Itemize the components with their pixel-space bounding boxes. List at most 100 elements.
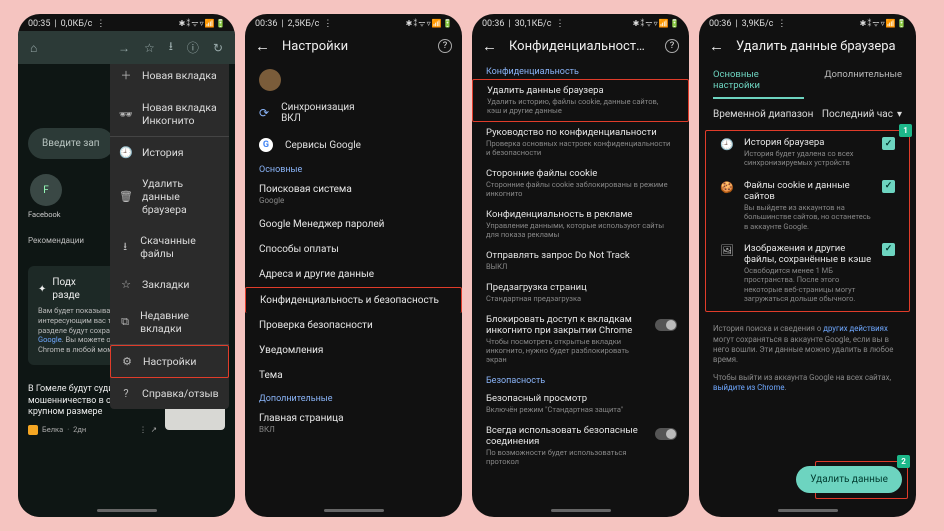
setting-homepage[interactable]: Главная страницаВКЛ	[245, 406, 462, 441]
tabs: Основные настройки Дополнительные	[699, 63, 916, 99]
help-icon[interactable]: ?	[438, 39, 452, 53]
browser-toolbar: ⌂ → ☆ ⭳ ⓘ ↻	[18, 31, 235, 64]
checkbox-checked[interactable]: ✓	[882, 243, 895, 256]
privacy-ads[interactable]: Конфиденциальность в рекламеУправление д…	[472, 204, 689, 245]
setting-addresses[interactable]: Адреса и другие данные	[245, 262, 462, 287]
setting-payment[interactable]: Способы оплаты	[245, 237, 462, 262]
setting-theme[interactable]: Тема	[245, 363, 462, 388]
toggle-switch[interactable]	[655, 428, 677, 440]
menu-settings[interactable]: ⚙Настройки	[110, 345, 229, 378]
note-search-history: История поиска и сведения о других дейст…	[699, 320, 916, 369]
shortcut-label: Facebook	[28, 210, 61, 219]
back-icon[interactable]: ←	[709, 37, 724, 55]
help-icon: ?	[120, 387, 132, 400]
tab-basic[interactable]: Основные настройки	[713, 63, 804, 99]
menu-recent-tabs[interactable]: ⧉Недавние вкладки	[110, 300, 229, 344]
status-bar: 00:36|2,5КБ/с⋮ ✱ ⁑ ᯤ ▿ 📶 🔋	[245, 14, 462, 31]
status-net: 3,9КБ/с	[742, 19, 774, 29]
check-history[interactable]: 🕘 История браузераИстория будет удалена …	[706, 131, 909, 174]
privacy-incognito-lock[interactable]: Блокировать доступ к вкладкам инкогнито …	[472, 309, 689, 370]
sync-row[interactable]: ⟳ СинхронизацияВКЛ	[245, 95, 462, 131]
refresh-icon[interactable]: ↻	[213, 41, 223, 55]
signout-chrome-link[interactable]: выйдите из Chrome	[713, 383, 784, 392]
status-net: 30,1КБ/с	[515, 19, 552, 29]
gear-icon: ⚙	[121, 355, 133, 368]
status-time: 00:36	[482, 19, 504, 29]
setting-safety-check[interactable]: Проверка безопасности	[245, 313, 462, 338]
clear-data-button[interactable]: Удалить данные	[796, 466, 902, 493]
profile-row[interactable]	[245, 61, 462, 95]
setting-search-engine[interactable]: Поисковая системаGoogle	[245, 177, 462, 212]
section-basic: Основные	[245, 159, 462, 177]
privacy-preload[interactable]: Предзагрузка страницСтандартная предзагр…	[472, 277, 689, 309]
note-signout: Чтобы выйти из аккаунта Google на всех с…	[699, 369, 916, 397]
download-icon: ⭳	[120, 238, 130, 257]
history-icon: 🕘	[120, 146, 132, 159]
trash-icon: 🗑	[120, 190, 132, 203]
section-privacy: Конфиденциальность	[472, 61, 689, 79]
menu-help[interactable]: ?Справка/отзыв	[110, 378, 229, 409]
privacy-clear-data[interactable]: Удалить данные браузераУдалить историю, …	[472, 79, 689, 122]
back-icon[interactable]: ←	[482, 37, 497, 55]
page-title: Конфиденциальность и безопас…	[509, 39, 649, 54]
menu-downloads[interactable]: ⭳Скачанные файлы	[110, 225, 229, 269]
checkbox-checked[interactable]: ✓	[882, 137, 895, 150]
menu-new-incognito[interactable]: 🕶Новая вкладка Инкогнито	[110, 92, 229, 136]
toggle-switch[interactable]	[655, 319, 677, 331]
checkbox-checked[interactable]: ✓	[882, 180, 895, 193]
settings-header: ← Настройки ?	[245, 31, 462, 61]
menu-clear-data[interactable]: 🗑Удалить данные браузера	[110, 168, 229, 225]
google-services-row[interactable]: G Сервисы Google	[245, 131, 462, 159]
setting-password-manager[interactable]: Google Менеджер паролей	[245, 212, 462, 237]
help-icon[interactable]: ?	[665, 39, 679, 53]
cookie-icon: 🍪	[720, 180, 734, 194]
callout-badge-1: 1	[899, 124, 912, 137]
back-icon[interactable]: ←	[255, 37, 270, 55]
check-cookies[interactable]: 🍪 Файлы cookie и данные сайтовВы выйдете…	[706, 174, 909, 237]
section-security: Безопасность	[472, 370, 689, 388]
image-icon: 🖼	[720, 243, 734, 257]
forward-icon[interactable]: →	[118, 41, 130, 55]
menu-bookmarks[interactable]: ☆Закладки	[110, 269, 229, 300]
security-https[interactable]: Всегда использовать безопасные соединени…	[472, 420, 689, 472]
page-title: Удалить данные браузера	[736, 39, 896, 54]
nav-pill	[551, 509, 611, 512]
status-net: 2,5КБ/с	[288, 19, 320, 29]
home-icon[interactable]: ⌂	[30, 41, 37, 55]
privacy-dnt[interactable]: Отправлять запрос Do Not TrackВЫКЛ	[472, 245, 689, 277]
time-range-value: Последний час	[822, 109, 893, 120]
privacy-header: ← Конфиденциальность и безопас… ?	[472, 31, 689, 61]
shortcut-tile[interactable]: F	[30, 174, 62, 206]
star-icon: ☆	[120, 278, 132, 291]
info-icon[interactable]: ⓘ	[187, 39, 199, 56]
download-icon[interactable]: ⭳	[169, 37, 173, 58]
news-age: 2дн	[73, 425, 86, 435]
menu-history[interactable]: 🕘История	[110, 137, 229, 168]
tab-advanced[interactable]: Дополнительные	[824, 63, 902, 99]
status-time: 00:36	[709, 19, 731, 29]
recommendations-header: Рекомендации	[28, 236, 84, 245]
search-input[interactable]: Введите зап	[28, 128, 114, 159]
status-extra-icon: ⋮	[96, 19, 105, 29]
star-icon[interactable]: ☆	[144, 41, 155, 55]
news-source: Белка	[42, 425, 63, 435]
privacy-cookies[interactable]: Сторонние файлы cookieСторонние файлы co…	[472, 163, 689, 204]
setting-privacy-security[interactable]: Конфиденциальность и безопасность	[245, 287, 462, 313]
chevron-down-icon: ▾	[897, 109, 902, 120]
phone-2-settings: 00:36|2,5КБ/с⋮ ✱ ⁑ ᯤ ▿ 📶 🔋 ← Настройки ?…	[245, 14, 462, 517]
other-activity-link[interactable]: других действиях	[823, 324, 888, 333]
security-safe-browsing[interactable]: Безопасный просмотрВключён режим "Станда…	[472, 388, 689, 420]
setting-notifications[interactable]: Уведомления	[245, 338, 462, 363]
status-bar: 00:36|3,9КБ/с⋮ ✱ ⁑ ᯤ ▿ 📶 🔋	[699, 14, 916, 31]
phone-4-clear-data: 00:36|3,9КБ/с⋮ ✱ ⁑ ᯤ ▿ 📶 🔋 ← Удалить дан…	[699, 14, 916, 517]
callout-badge-2: 2	[897, 455, 910, 468]
status-indicators: ✱ ⁑ ᯤ ▿ 📶 🔋	[633, 18, 679, 29]
google-icon: G	[259, 138, 273, 152]
time-range-row[interactable]: Временной диапазон Последний час▾	[699, 99, 916, 130]
nav-pill	[778, 509, 838, 512]
overflow-menu: ＋Новая вкладка 🕶Новая вкладка Инкогнито …	[110, 58, 229, 409]
status-indicators: ✱ ⁑ ᯤ ▿ 📶 🔋	[406, 18, 452, 29]
check-cache[interactable]: 🖼 Изображения и другие файлы, сохранённы…	[706, 237, 909, 310]
privacy-guide[interactable]: Руководство по конфиденциальностиПроверк…	[472, 122, 689, 163]
status-time: 00:36	[255, 19, 277, 29]
